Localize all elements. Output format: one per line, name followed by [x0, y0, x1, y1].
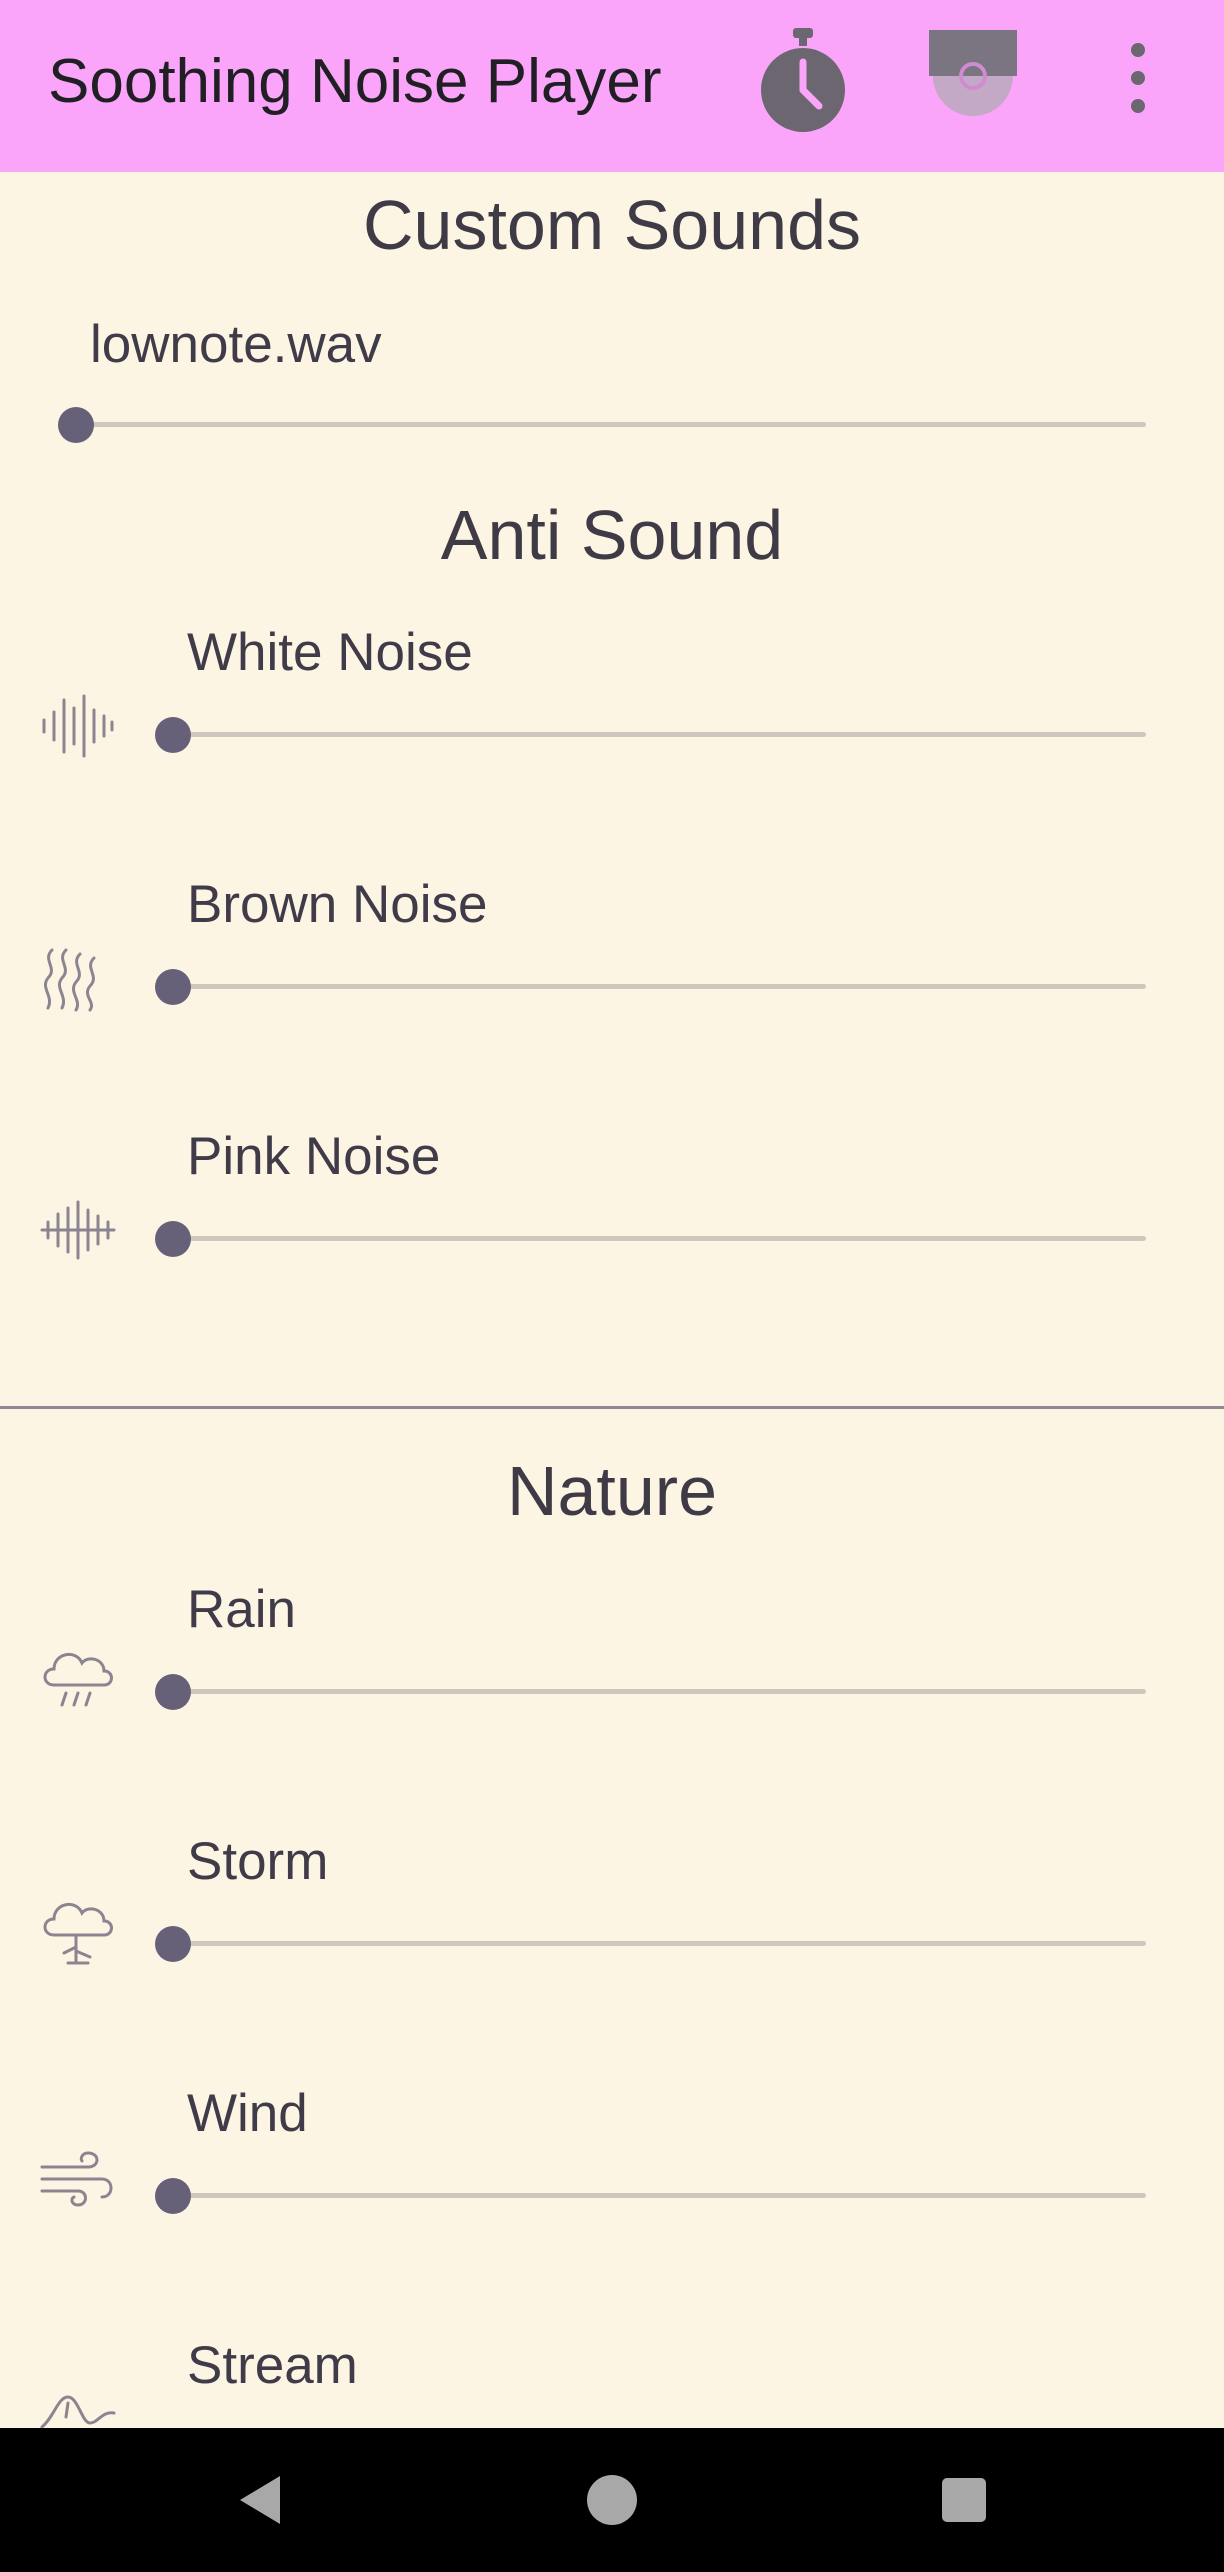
timer-icon [761, 28, 845, 132]
volume-slider[interactable] [155, 1217, 1146, 1261]
timer-button[interactable] [755, 26, 851, 136]
volume-slider[interactable] [155, 713, 1146, 757]
volume-slider[interactable] [155, 2174, 1146, 2218]
section-title-anti-sound: Anti Sound [440, 496, 784, 574]
rain-icon [43, 1653, 113, 1707]
volume-slider[interactable] [155, 965, 1146, 1009]
home-icon[interactable] [586, 2474, 638, 2526]
sound-label: Storm [187, 1832, 329, 1891]
section-title-custom-sounds: Custom Sounds [362, 186, 862, 264]
list-item-storm: Storm [0, 1827, 1224, 1977]
app-title: Soothing Noise Player [48, 47, 662, 116]
system-nav-bar [0, 2428, 1224, 2572]
slider-thumb[interactable] [155, 1221, 191, 1257]
more-options-button[interactable] [1118, 40, 1158, 120]
volume-slider[interactable] [58, 403, 1146, 447]
sound-label: White Noise [187, 623, 473, 682]
sound-label: Rain [187, 1580, 297, 1639]
slider-thumb[interactable] [155, 969, 191, 1005]
list-item-white-noise: White Noise [0, 618, 1224, 768]
slider-thumb[interactable] [155, 717, 191, 753]
storm-icon [43, 1903, 113, 1965]
recents-icon[interactable] [940, 2476, 988, 2524]
sound-label: lownote.wav [90, 315, 382, 374]
volume-slider[interactable] [155, 1670, 1146, 1714]
slider-thumb[interactable] [155, 1926, 191, 1962]
slider-thumb[interactable] [155, 2178, 191, 2214]
list-item-rain: Rain [0, 1575, 1224, 1725]
sound-label: Brown Noise [187, 875, 488, 934]
brown-noise-icon [43, 948, 96, 1012]
app-bar: Soothing Noise Player [0, 0, 1224, 172]
cast-icon [929, 30, 1017, 116]
section-divider [0, 1406, 1224, 1409]
list-item-custom-sound: lownote.wav [0, 310, 1224, 460]
sound-label: Pink Noise [187, 1127, 441, 1186]
white-noise-icon [42, 694, 114, 758]
list-item-wind: Wind [0, 2079, 1224, 2229]
volume-slider[interactable] [155, 1922, 1146, 1966]
section-title-nature: Nature [506, 1452, 718, 1530]
sound-label: Wind [187, 2084, 308, 2143]
list-item-brown-noise: Brown Noise [0, 870, 1224, 1020]
slider-thumb[interactable] [58, 407, 94, 443]
sound-label: Stream [187, 2336, 358, 2395]
slider-thumb[interactable] [155, 1674, 191, 1710]
wind-icon [40, 2151, 113, 2207]
list-item-pink-noise: Pink Noise [0, 1122, 1224, 1272]
back-icon[interactable] [234, 2472, 286, 2528]
pink-noise-icon [40, 1200, 116, 1260]
more-vert-icon [1131, 43, 1145, 113]
cast-button[interactable] [925, 28, 1021, 118]
